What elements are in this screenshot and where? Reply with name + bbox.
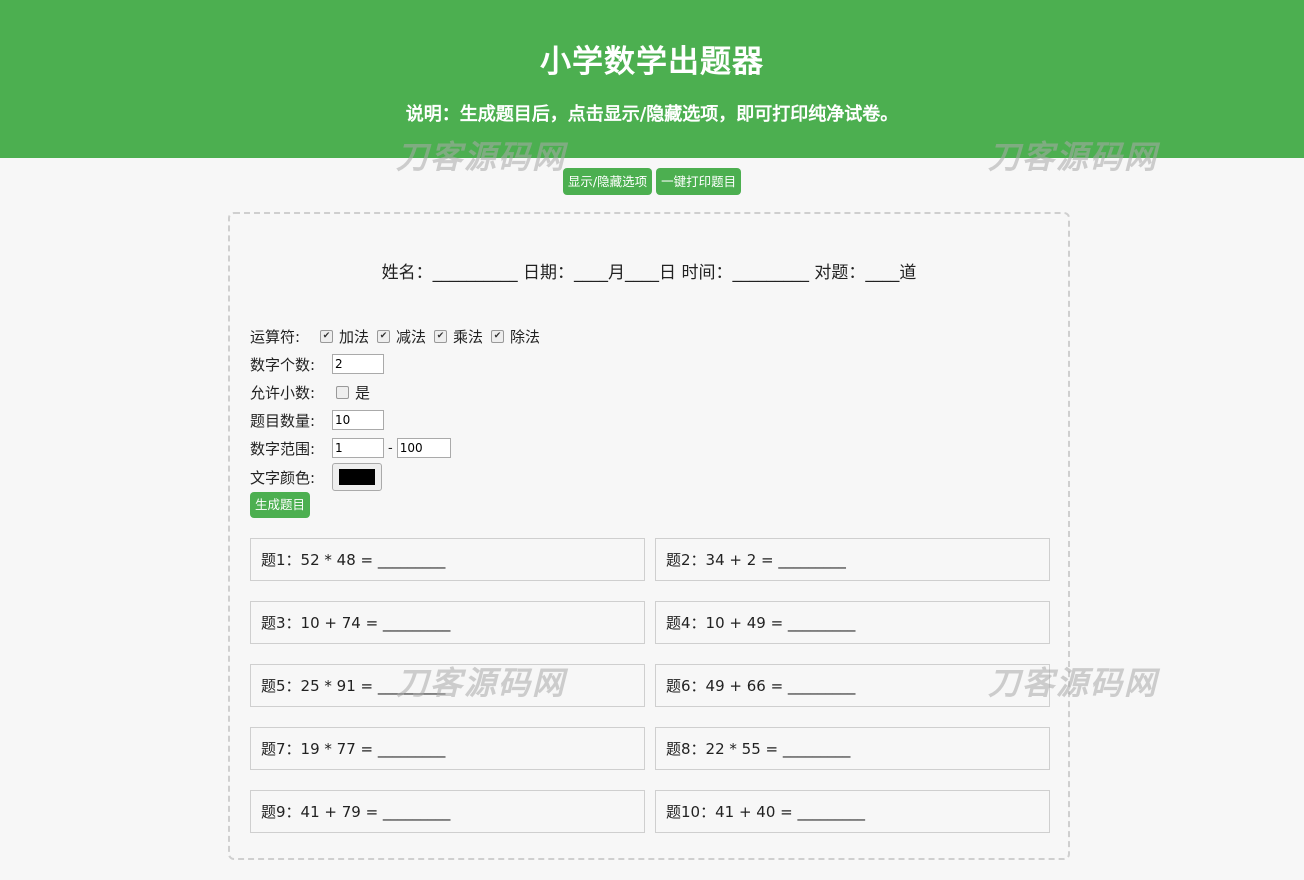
exam-paper: 姓名：__________ 日期：____月____日 时间：_________… xyxy=(228,212,1070,860)
page-title: 小学数学出题器 xyxy=(540,44,764,80)
question-count-row: 题目数量: xyxy=(250,406,548,434)
range-label: 数字范围: xyxy=(250,439,316,458)
problem-item: 题8：22 * 55 = _________ xyxy=(655,727,1050,770)
problem-item: 题9：41 + 79 = _________ xyxy=(250,790,645,833)
range-min-input[interactable] xyxy=(332,438,384,458)
problem-item: 题2：34 + 2 = _________ xyxy=(655,538,1050,581)
operator-label: 除法 xyxy=(510,327,541,346)
problem-item: 题7：19 * 77 = _________ xyxy=(250,727,645,770)
question-count-label: 题目数量: xyxy=(250,411,316,430)
generate-button[interactable]: 生成题目 xyxy=(250,492,311,518)
operator-label: 乘法 xyxy=(453,327,484,346)
color-label: 文字颜色: xyxy=(250,468,316,487)
page-header: 小学数学出题器 说明：生成题目后，点击显示/隐藏选项，即可打印纯净试卷。 xyxy=(0,0,1304,158)
print-button[interactable]: 一键打印题目 xyxy=(656,168,742,195)
problem-item: 题10：41 + 40 = _________ xyxy=(655,790,1050,833)
problem-item: 题4：10 + 49 = _________ xyxy=(655,601,1050,644)
num-count-input[interactable] xyxy=(332,354,384,374)
toggle-options-button[interactable]: 显示/隐藏选项 xyxy=(562,168,653,195)
operators-row: 运算符: ✔ 加法 ✔ 减法 ✔ 乘法 ✔ 除法 xyxy=(250,322,548,350)
question-count-input[interactable] xyxy=(332,410,384,430)
page-description: 说明：生成题目后，点击显示/隐藏选项，即可打印纯净试卷。 xyxy=(405,104,899,125)
problem-item: 题3：10 + 74 = _________ xyxy=(250,601,645,644)
problem-item: 题1：52 * 48 = _________ xyxy=(250,538,645,581)
range-max-input[interactable] xyxy=(396,438,451,458)
student-info-line: 姓名：__________ 日期：____月____日 时间：_________… xyxy=(381,263,917,283)
operator-label: 加法 xyxy=(339,327,370,346)
range-separator: - xyxy=(388,440,393,456)
operator-checkbox[interactable]: ✔ xyxy=(377,329,391,343)
operator-label: 减法 xyxy=(396,327,427,346)
decimal-label: 允许小数: xyxy=(250,383,316,402)
operator-checkbox[interactable]: ✔ xyxy=(434,329,448,343)
problem-item: 题5：25 * 91 = _________ xyxy=(250,664,645,707)
decimal-checkbox[interactable] xyxy=(336,385,349,399)
color-swatch-fill xyxy=(339,469,375,485)
text-color-picker[interactable] xyxy=(332,463,382,491)
color-row: 文字颜色: xyxy=(250,462,548,492)
decimal-option-label: 是 xyxy=(355,383,371,402)
problem-item: 题6：49 + 66 = _________ xyxy=(655,664,1050,707)
range-row: 数字范围: - xyxy=(250,434,548,462)
operator-checkbox[interactable]: ✔ xyxy=(320,329,333,343)
operators-list: ✔ 加法 ✔ 减法 ✔ 乘法 ✔ 除法 xyxy=(320,326,548,347)
top-actions: 显示/隐藏选项 一键打印题目 xyxy=(0,168,1304,195)
options-panel: 运算符: ✔加法✔减法✔乘法✔除法 数字个数: 允许小数: 是 题目数量: 数字… xyxy=(250,322,548,492)
decimal-row: 允许小数: 是 xyxy=(250,378,548,406)
operator-checkbox[interactable]: ✔ xyxy=(491,329,505,343)
num-count-label: 数字个数: xyxy=(250,355,316,374)
num-count-row: 数字个数: xyxy=(250,350,548,378)
